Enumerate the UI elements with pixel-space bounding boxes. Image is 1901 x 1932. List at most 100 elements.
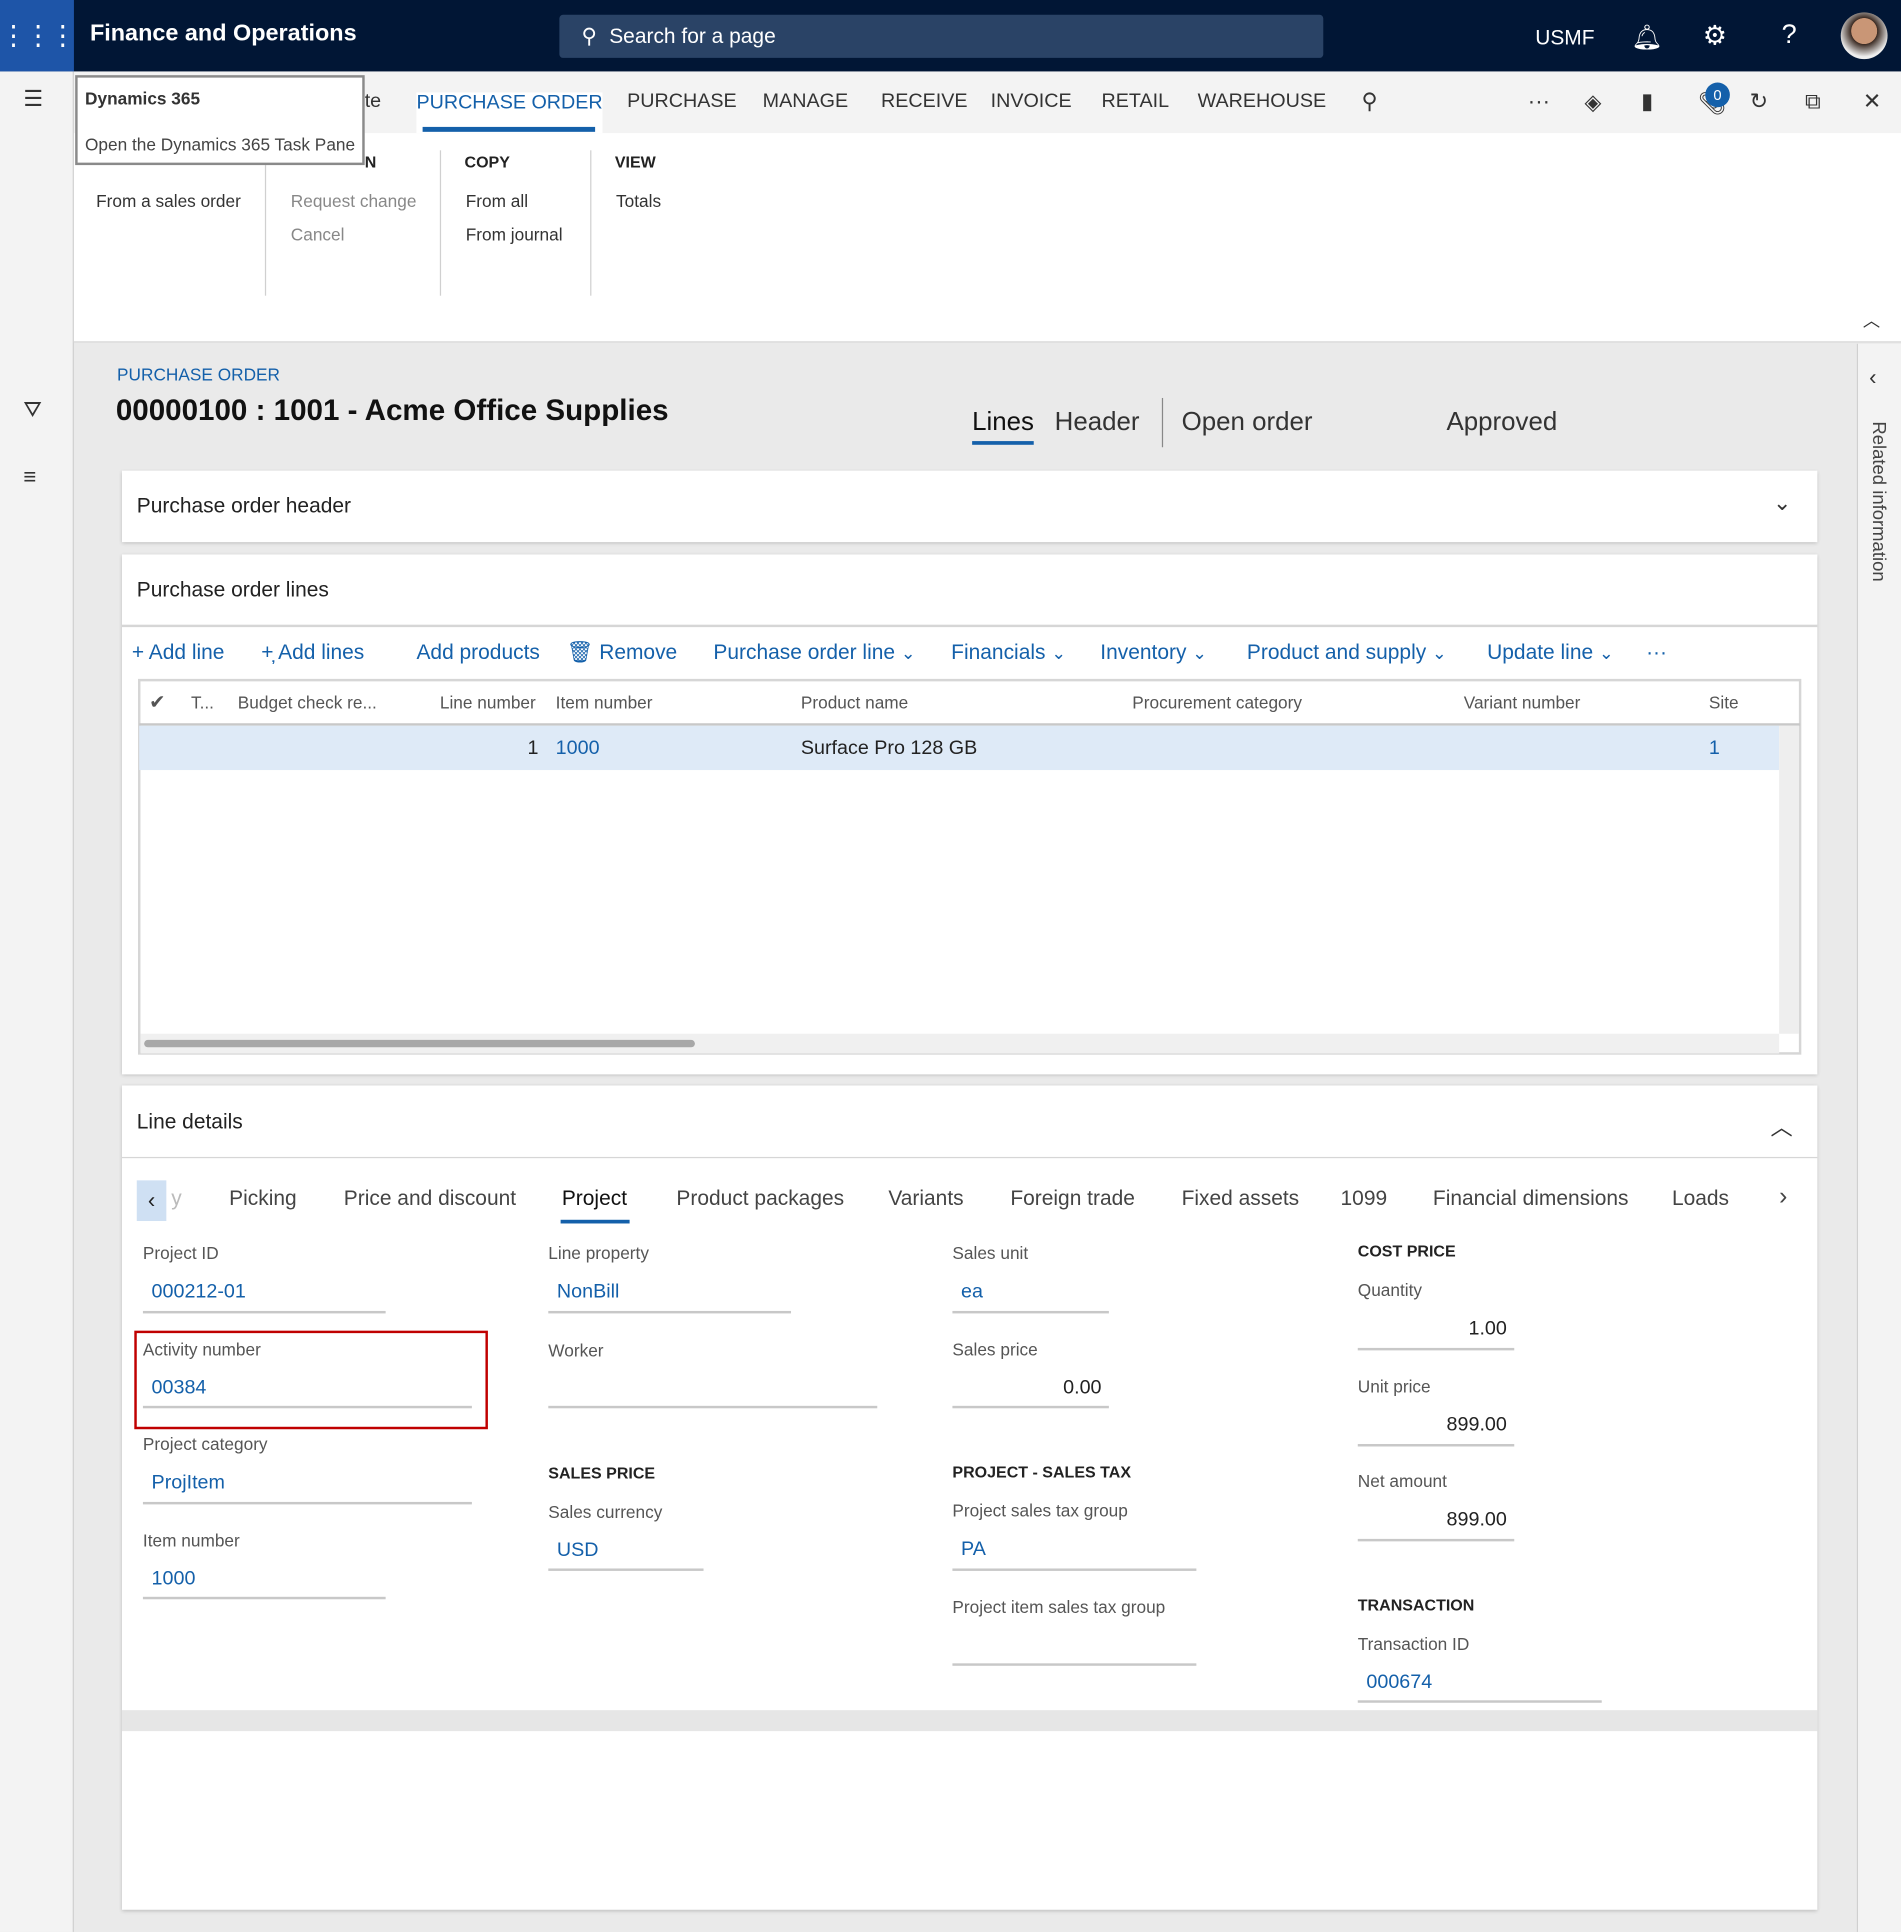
unit-price-field[interactable]: 899.00 [1358,1414,1507,1436]
field-underline [1357,1347,1515,1351]
tab-invoice[interactable]: INVOICE [991,91,1072,113]
purchase-order-header-section[interactable]: Purchase order header ⌄ [121,470,1818,543]
project-id-field[interactable]: 000212-01 [152,1281,246,1303]
refresh-icon[interactable]: ↻ [1750,89,1769,115]
remove-button[interactable]: 🗑︎ Remove [567,641,677,666]
net-amount-field[interactable]: 899.00 [1358,1509,1507,1531]
line-property-field[interactable]: NonBill [557,1281,619,1303]
tabs-scroll-left-icon[interactable]: ‹ [136,1180,167,1222]
field-underline [548,1568,704,1571]
view-tab-header[interactable]: Header [1055,408,1140,438]
request-change-button[interactable]: Request change [291,191,417,211]
chevron-up-icon[interactable]: ︿ [1771,1110,1793,1142]
project-sales-tax-group-field[interactable]: PA [961,1539,986,1561]
add-lines-button[interactable]: +̦ Add lines [261,641,364,666]
column-header-product-name[interactable]: Product name [801,692,908,712]
hamburger-icon[interactable]: ☰ [23,86,43,112]
tab-variants[interactable]: Variants [888,1187,963,1212]
office-icon[interactable]: ▮ [1641,89,1653,115]
view-tab-lines[interactable]: Lines [972,408,1034,438]
related-info-label[interactable]: Related information [1868,421,1889,581]
column-header-budget-check[interactable]: Budget check re... [238,692,377,712]
tab-product-packages[interactable]: Product packages [676,1187,844,1212]
filter-icon[interactable]: ⛛ [23,397,42,423]
cell-item-number[interactable]: 1000 [556,738,600,760]
add-products-button[interactable]: Add products [416,641,539,666]
tab-1099[interactable]: 1099 [1341,1187,1388,1212]
tab-fixed-assets[interactable]: Fixed assets [1182,1187,1300,1212]
activity-number-field[interactable]: 00384 [152,1377,207,1399]
search-input[interactable]: ⚲ Search for a page [559,14,1324,58]
column-header-type[interactable]: T... [191,692,214,712]
tab-warehouse[interactable]: WAREHOUSE [1198,91,1327,113]
tab-purchase[interactable]: PURCHASE [627,91,737,113]
chevron-down-icon[interactable]: ⌄ [1773,490,1792,516]
tab-loads[interactable]: Loads [1672,1187,1729,1212]
sales-currency-label: Sales currency [548,1501,663,1522]
company-selector[interactable]: USMF [1535,26,1594,51]
tab-receive[interactable]: RECEIVE [881,91,968,113]
section-band [121,1710,1818,1732]
related-info-pane[interactable] [1856,343,1901,1932]
sales-currency-field[interactable]: USD [557,1540,599,1562]
sales-unit-field[interactable]: ea [961,1281,983,1303]
from-all-button[interactable]: From all [466,191,528,211]
transaction-id-field[interactable]: 000674 [1366,1672,1432,1694]
tab-picking[interactable]: Picking [229,1187,297,1212]
tab-financial-dimensions[interactable]: Financial dimensions [1433,1187,1629,1212]
column-header-item-number[interactable]: Item number [556,692,653,712]
gear-icon[interactable]: ⚙ [1703,20,1727,52]
cell-site[interactable]: 1 [1709,738,1720,760]
avatar[interactable] [1840,12,1888,60]
column-header-site[interactable]: Site [1709,692,1739,712]
quantity-field[interactable]: 1.00 [1358,1318,1506,1340]
list-icon[interactable]: ≡ [23,465,36,491]
sales-price-field[interactable]: 0.00 [952,1377,1101,1399]
column-header-variant-number[interactable]: Variant number [1464,692,1581,712]
from-sales-order-button[interactable]: From a sales order [96,191,241,211]
field-underline [142,1405,472,1409]
add-line-button[interactable]: + Add line [132,641,225,666]
column-header-line-number[interactable]: Line number [440,692,536,712]
tab-price-and-discount[interactable]: Price and discount [344,1187,516,1212]
search-icon[interactable]: ⚲ [1361,89,1377,115]
purchase-order-line-menu[interactable]: Purchase order line ⌄ [713,641,915,666]
tab-partial[interactable]: te [365,91,381,113]
power-apps-icon[interactable]: ◈ [1584,90,1601,116]
app-launcher-icon[interactable]: ⋮⋮⋮ [0,0,76,72]
close-icon[interactable]: ✕ [1863,89,1882,115]
page-title: 00000100 : 1001 - Acme Office Supplies [115,394,669,428]
update-line-menu[interactable]: Update line ⌄ [1487,641,1613,666]
more-icon[interactable]: ··· [1528,89,1550,115]
tab-foreign-trade[interactable]: Foreign trade [1010,1187,1135,1212]
column-header-procurement-category[interactable]: Procurement category [1132,692,1302,712]
vertical-scrollbar[interactable] [1779,725,1799,1034]
project-category-field[interactable]: ProjItem [152,1472,225,1494]
field-underline [548,1405,878,1409]
product-and-supply-menu[interactable]: Product and supply ⌄ [1247,641,1447,666]
tab-retail[interactable]: RETAIL [1101,91,1169,113]
chevron-left-icon[interactable]: ‹ [1869,365,1876,391]
cancel-button[interactable]: Cancel [291,224,345,244]
inventory-menu[interactable]: Inventory ⌄ [1100,641,1207,666]
table-row[interactable]: 1 1000 Surface Pro 128 GB 1 [139,725,1780,771]
scrollbar-thumb[interactable] [144,1039,695,1048]
tab-manage[interactable]: MANAGE [763,91,848,113]
ribbon-group-title: N [364,152,377,172]
divider [121,624,1818,628]
item-number-field[interactable]: 1000 [152,1568,196,1590]
more-commands-icon[interactable]: ··· [1646,641,1667,666]
select-all-checkbox[interactable]: ✔ [149,690,166,715]
financials-menu[interactable]: Financials ⌄ [951,641,1066,666]
tabs-scroll-right-icon[interactable]: › [1779,1183,1787,1211]
tab-partial[interactable]: y [171,1187,181,1212]
active-view-indicator [972,441,1034,445]
from-journal-button[interactable]: From journal [466,224,563,244]
collapse-ribbon-icon[interactable]: ︿ [1863,308,1880,333]
bell-icon[interactable]: 🔔︎ [1631,22,1662,53]
help-icon[interactable]: ? [1782,18,1797,50]
tab-project[interactable]: Project [562,1187,627,1212]
open-new-window-icon[interactable]: ⧉ [1805,89,1821,115]
breadcrumb[interactable]: PURCHASE ORDER [117,365,280,385]
totals-button[interactable]: Totals [616,191,661,211]
